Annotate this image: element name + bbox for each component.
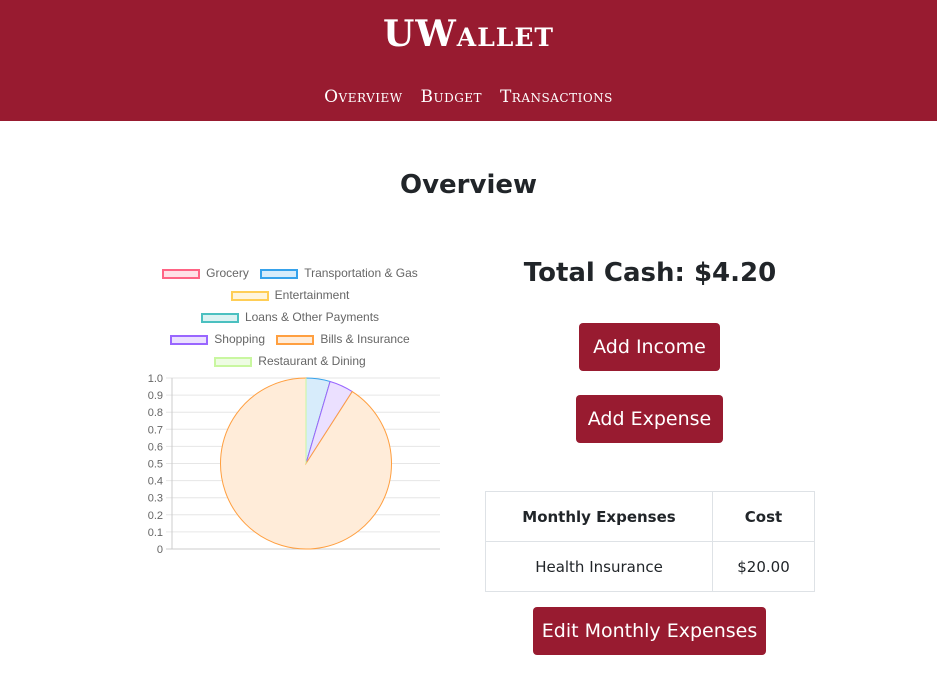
y-tick-label: 0.1 [148, 527, 163, 539]
nav-transactions[interactable]: Transactions [500, 87, 613, 107]
total-cash: Total Cash: $4.20 [523, 258, 777, 288]
y-tick-label: 0.8 [148, 407, 163, 419]
y-tick-label: 0.3 [148, 493, 163, 505]
chart-legend: Grocery Transportation & Gas Entertainme… [155, 266, 425, 376]
legend-item-entertainment[interactable]: Entertainment [230, 288, 350, 302]
legend-swatch [230, 290, 269, 301]
legend-label: Loans & Other Payments [244, 310, 380, 324]
expense-cost-cell: $20.00 [712, 541, 815, 592]
table-row: Health Insurance $20.00 [485, 541, 815, 592]
legend-label: Entertainment [274, 288, 350, 302]
legend-label: Shopping [214, 332, 265, 346]
edit-monthly-expenses-button[interactable]: Edit Monthly Expenses [533, 607, 766, 655]
legend-swatch [214, 356, 253, 367]
add-expense-button[interactable]: Add Expense [576, 395, 723, 443]
legend-item-bills[interactable]: Bills & Insurance [276, 332, 410, 346]
legend-label: Bills & Insurance [320, 332, 410, 346]
legend-item-restaurant[interactable]: Restaurant & Dining [214, 354, 366, 368]
table-header-row: Monthly Expenses Cost [485, 491, 815, 542]
legend-label: Transportation & Gas [304, 266, 418, 280]
legend-item-grocery[interactable]: Grocery [162, 266, 249, 280]
legend-swatch [170, 334, 209, 345]
y-tick-label: 0.4 [148, 476, 163, 488]
legend-swatch [276, 334, 315, 345]
legend-item-transportation[interactable]: Transportation & Gas [260, 266, 418, 280]
page-title: Overview [399, 170, 538, 200]
y-tick-label: 0.6 [148, 441, 163, 453]
column-header-monthly-expenses: Monthly Expenses [485, 491, 713, 542]
nav-overview[interactable]: Overview [324, 87, 402, 107]
brand-logo[interactable]: UWallet [0, 13, 937, 55]
expense-name-cell: Health Insurance [485, 541, 713, 592]
header-bar: UWallet Overview Budget Transactions [0, 0, 937, 121]
column-header-cost: Cost [712, 491, 815, 542]
main-nav: Overview Budget Transactions [0, 87, 937, 107]
add-income-button[interactable]: Add Income [579, 323, 720, 371]
legend-swatch [260, 268, 299, 279]
y-tick-label: 0.2 [148, 510, 163, 522]
legend-swatch [162, 268, 201, 279]
legend-label: Grocery [206, 266, 249, 280]
y-tick-label: 0.9 [148, 390, 163, 402]
expense-pie-chart: 0 0.1 0.2 0.3 0.4 0.5 0.6 0.7 0.8 0.9 1.0 [148, 373, 440, 556]
y-tick-label: 0 [157, 544, 163, 556]
legend-item-loans[interactable]: Loans & Other Payments [200, 310, 380, 324]
y-tick-label: 0.7 [148, 424, 163, 436]
nav-budget[interactable]: Budget [420, 87, 482, 107]
legend-label: Restaurant & Dining [258, 354, 366, 368]
y-tick-label: 1.0 [148, 373, 163, 385]
legend-swatch [200, 312, 239, 323]
legend-item-shopping[interactable]: Shopping [170, 332, 265, 346]
monthly-expenses-table: Monthly Expenses Cost Health Insurance $… [485, 491, 815, 592]
y-tick-label: 0.5 [148, 459, 163, 471]
